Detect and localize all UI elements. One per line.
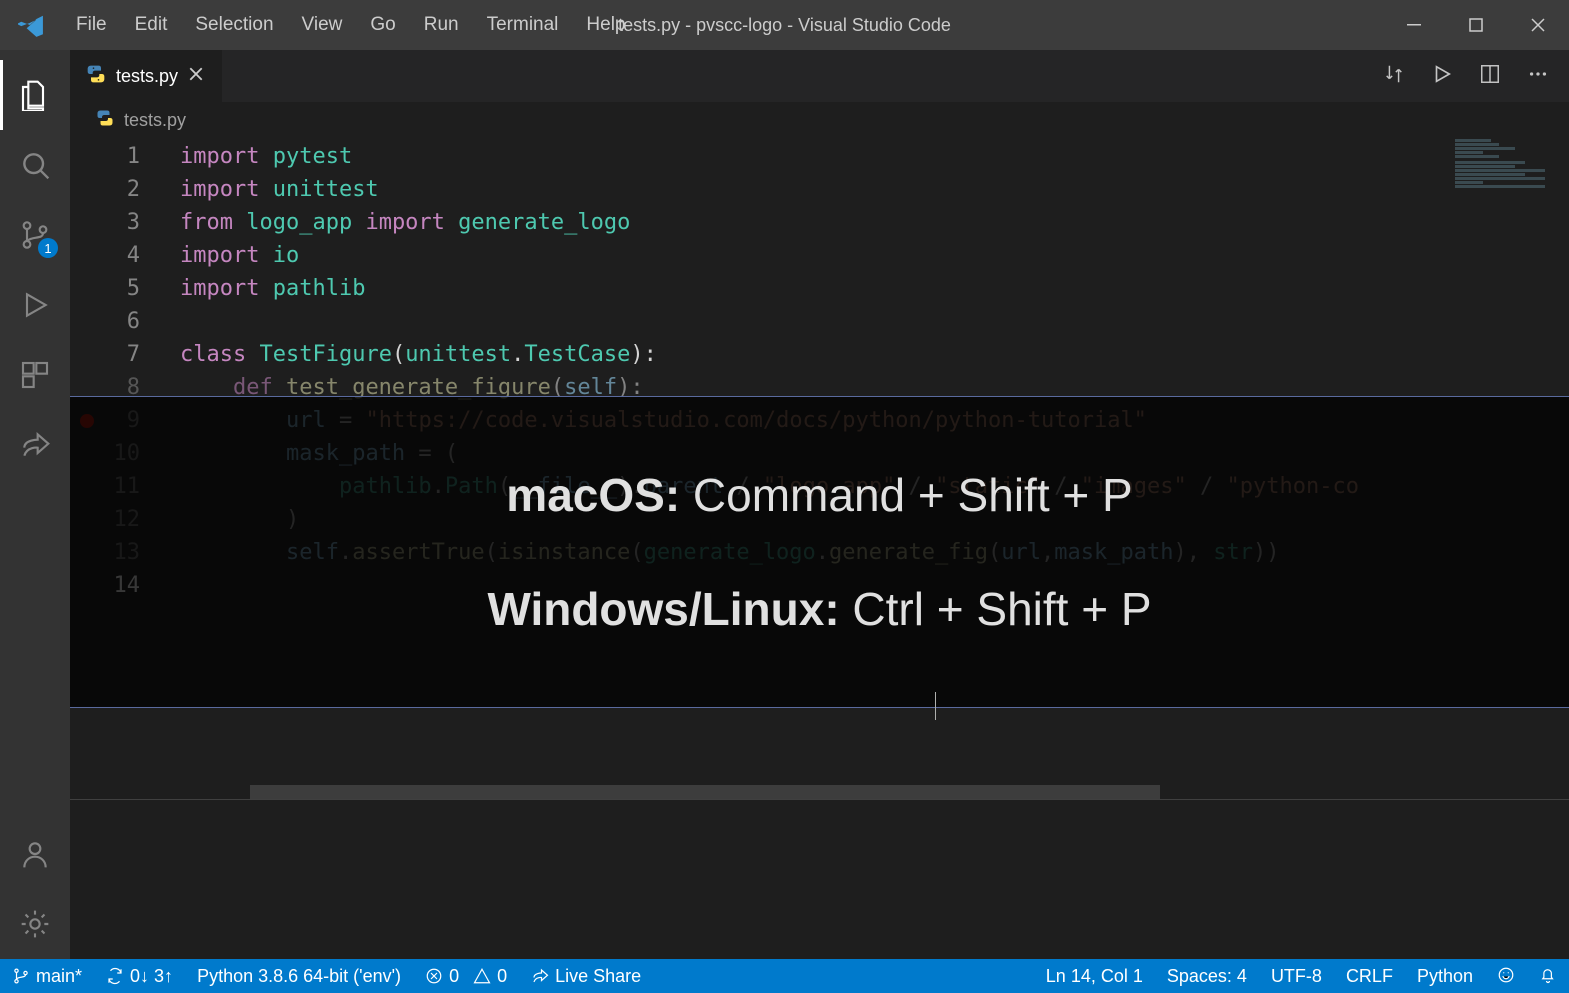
status-position[interactable]: Ln 14, Col 1 [1034,966,1155,987]
activity-accounts[interactable] [0,819,70,889]
feedback-icon [1497,966,1515,984]
status-live-share[interactable]: Live Share [519,959,653,993]
status-notifications[interactable] [1527,966,1569,984]
menu-selection[interactable]: Selection [181,0,287,50]
gear-icon [19,908,51,940]
menu-run[interactable]: Run [410,0,473,50]
play-bug-icon [19,289,51,321]
activity-settings[interactable] [0,889,70,959]
activity-source-control[interactable]: 1 [0,200,70,270]
menu-edit[interactable]: Edit [121,0,182,50]
run-file-icon[interactable] [1431,63,1453,90]
line-content[interactable]: import unittest [180,173,1569,206]
line-number: 4 [70,239,180,272]
more-actions-icon[interactable] [1527,63,1549,90]
title-bar: File Edit Selection View Go Run Terminal… [0,0,1569,50]
horizontal-scrollbar[interactable] [250,785,1160,799]
activity-live-share[interactable] [0,410,70,480]
status-branch[interactable]: main* [0,959,94,993]
minimize-button[interactable] [1383,0,1445,50]
activity-bar: 1 [0,50,70,959]
status-eol[interactable]: CRLF [1334,966,1405,987]
warning-icon [473,967,491,985]
files-icon [19,79,51,111]
app-body: 1 tests.py [0,50,1569,959]
activity-explorer[interactable] [0,60,70,130]
share-arrow-icon [19,429,51,461]
close-button[interactable] [1507,0,1569,50]
code-line[interactable]: 4import io [70,239,1569,272]
live-share-icon [531,967,549,985]
activity-run-debug[interactable] [0,270,70,340]
line-content[interactable]: class TestFigure(unittest.TestCase): [180,338,1569,371]
python-file-icon [96,109,114,132]
tab-close-icon[interactable] [188,66,204,87]
status-bar: main* 0↓ 3↑ Python 3.8.6 64-bit ('env') … [0,959,1569,993]
shortcut-overlay: macOS: Command + Shift + P Windows/Linux… [70,396,1569,708]
line-number: 5 [70,272,180,305]
split-editor-icon[interactable] [1479,63,1501,90]
code-line[interactable]: 1import pytest [70,140,1569,173]
breadcrumb[interactable]: tests.py [70,102,1569,138]
bottom-panel[interactable] [70,799,1569,959]
window-title: tests.py - pvscc-logo - Visual Studio Co… [618,15,951,36]
activity-extensions[interactable] [0,340,70,410]
line-content[interactable]: import pathlib [180,272,1569,305]
code-line[interactable]: 6 [70,305,1569,338]
overlay-line-windows: Windows/Linux: Ctrl + Shift + P [70,582,1569,636]
line-number: 3 [70,206,180,239]
menu-go[interactable]: Go [356,0,409,50]
vscode-logo-icon [0,12,62,38]
tab-label: tests.py [116,66,178,87]
line-number: 7 [70,338,180,371]
code-line[interactable]: 5import pathlib [70,272,1569,305]
code-line[interactable]: 2import unittest [70,173,1569,206]
tabs-bar: tests.py [70,50,1569,102]
source-control-badge: 1 [38,238,58,258]
menu-view[interactable]: View [288,0,357,50]
code-line[interactable]: 7class TestFigure(unittest.TestCase): [70,338,1569,371]
line-number: 1 [70,140,180,173]
status-language[interactable]: Python [1405,966,1485,987]
error-icon [425,967,443,985]
branch-icon [12,967,30,985]
bell-icon [1539,966,1557,984]
tab-tests-py[interactable]: tests.py [70,50,223,102]
line-content[interactable]: import pytest [180,140,1569,173]
status-encoding[interactable]: UTF-8 [1259,966,1334,987]
editor-tab-actions [1363,50,1569,102]
code-line[interactable]: 3from logo_app import generate_logo [70,206,1569,239]
account-icon [19,838,51,870]
status-problems[interactable]: 0 0 [413,959,519,993]
sync-icon [106,967,124,985]
status-feedback[interactable] [1485,966,1527,984]
text-cursor [935,692,936,720]
activity-search[interactable] [0,130,70,200]
line-content[interactable] [180,305,1569,338]
editor-area: tests.py [70,50,1569,959]
menu-file[interactable]: File [62,0,121,50]
status-spaces[interactable]: Spaces: 4 [1155,966,1259,987]
menu-bar: File Edit Selection View Go Run Terminal… [62,0,640,50]
extensions-icon [19,359,51,391]
line-content[interactable]: import io [180,239,1569,272]
status-interpreter[interactable]: Python 3.8.6 64-bit ('env') [185,959,413,993]
python-file-icon [86,64,106,89]
window-controls [1383,0,1569,50]
line-number: 2 [70,173,180,206]
line-content[interactable]: from logo_app import generate_logo [180,206,1569,239]
status-sync[interactable]: 0↓ 3↑ [94,959,185,993]
maximize-button[interactable] [1445,0,1507,50]
search-icon [19,149,51,181]
menu-terminal[interactable]: Terminal [473,0,573,50]
compare-changes-icon[interactable] [1383,63,1405,90]
breadcrumb-file: tests.py [124,110,186,131]
line-number: 6 [70,305,180,338]
overlay-line-macos: macOS: Command + Shift + P [70,468,1569,522]
